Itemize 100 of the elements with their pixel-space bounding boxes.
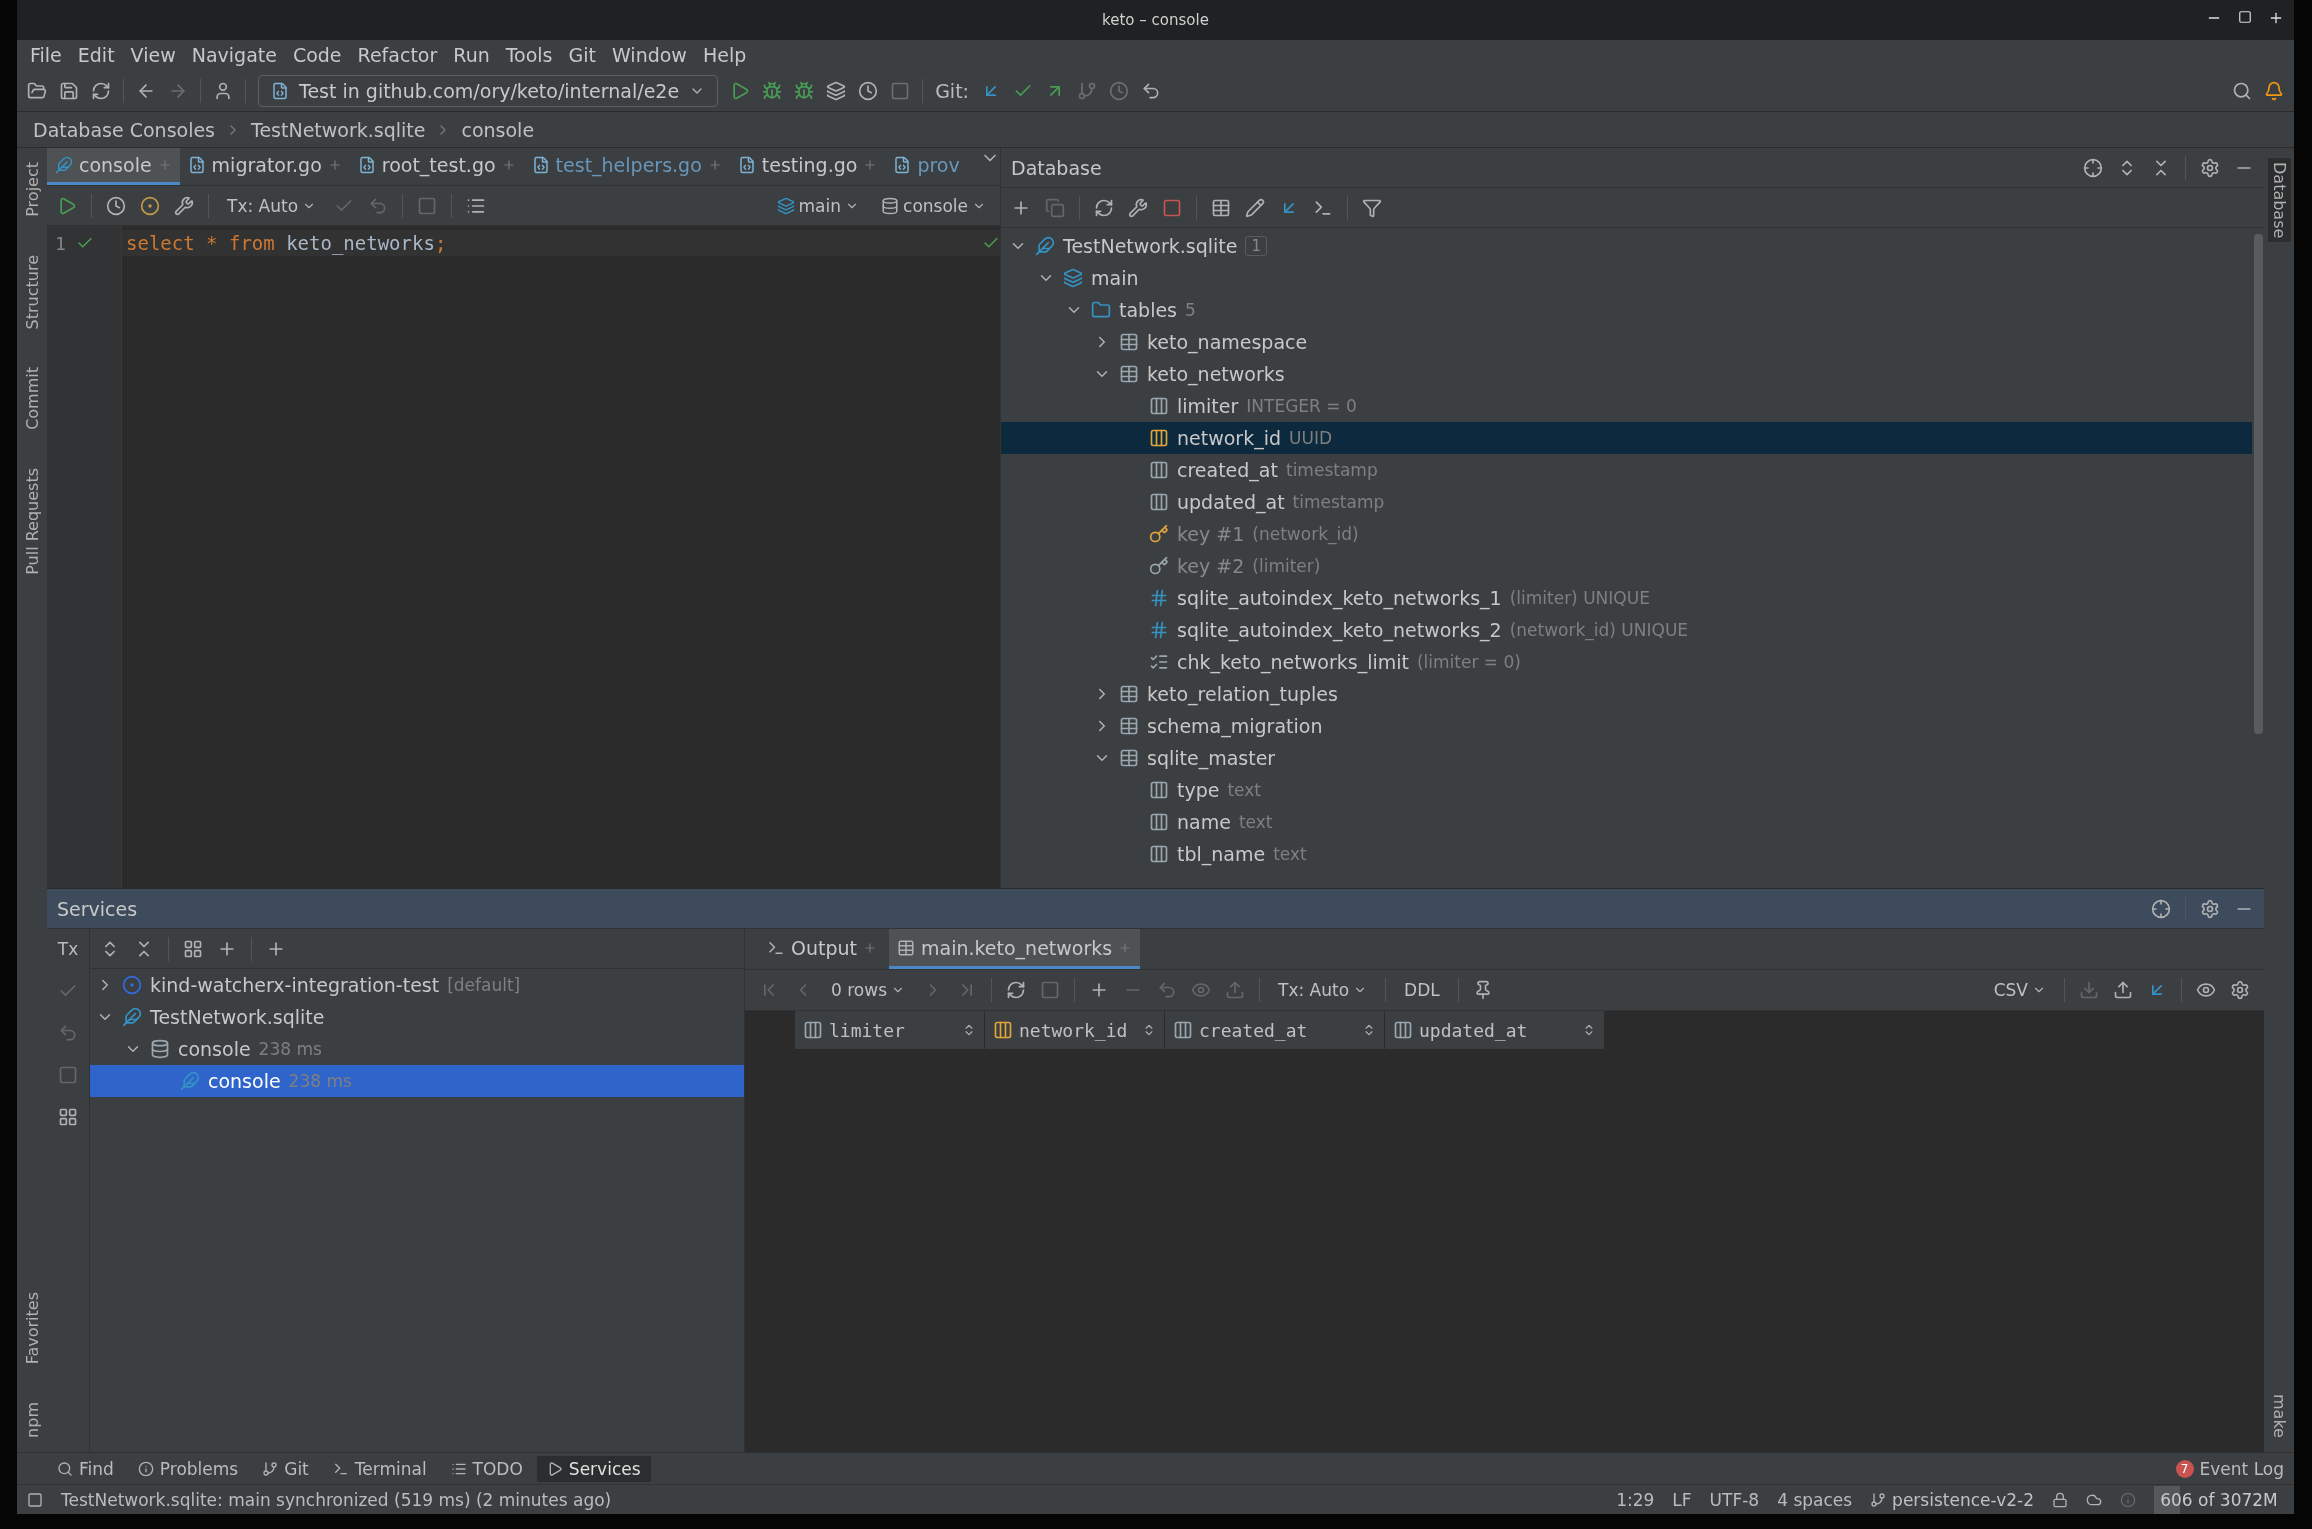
- tree-item[interactable]: tbl_name text: [1001, 838, 2252, 870]
- tree-item[interactable]: chk_keto_networks_limit (limiter = 0): [1001, 646, 2252, 678]
- tree-item[interactable]: schema_migration: [1001, 710, 2252, 742]
- menu-item[interactable]: Git: [561, 44, 603, 66]
- lock-icon[interactable]: [2052, 1491, 2068, 1508]
- upload-icon[interactable]: [2113, 980, 2133, 1000]
- open-folder-icon[interactable]: [27, 80, 47, 101]
- tree-item[interactable]: TestNetwork.sqlite 1: [1001, 230, 2252, 262]
- tx-dropdown[interactable]: Tx: Auto: [1274, 978, 1372, 1002]
- menu-item[interactable]: File: [23, 44, 69, 66]
- tool-tab[interactable]: Services: [536, 1455, 651, 1482]
- history-icon[interactable]: [106, 195, 126, 216]
- sync-icon[interactable]: [91, 80, 111, 101]
- column-header[interactable]: network_id: [985, 1011, 1165, 1049]
- settings-icon[interactable]: [2200, 898, 2220, 919]
- tree-item[interactable]: name text: [1001, 806, 2252, 838]
- search-icon[interactable]: [2232, 80, 2252, 101]
- tool-tab[interactable]: Find: [47, 1455, 124, 1482]
- run-config-dropdown[interactable]: Test in github.com/ory/keto/internal/e2e: [258, 74, 719, 107]
- filter-icon[interactable]: [1362, 197, 1382, 218]
- profile-icon[interactable]: [858, 80, 879, 101]
- wrench-icon[interactable]: [174, 195, 194, 216]
- rollback-icon[interactable]: [1141, 80, 1161, 101]
- tool-tab[interactable]: TODO: [440, 1455, 533, 1482]
- column-header[interactable]: created_at: [1165, 1011, 1385, 1049]
- menu-item[interactable]: Window: [605, 44, 694, 66]
- tree-item[interactable]: network_id UUID: [1001, 422, 2252, 454]
- menu-item[interactable]: Code: [285, 44, 349, 66]
- refresh-icon[interactable]: [1094, 197, 1114, 218]
- column-header[interactable]: updated_at: [1385, 1011, 1605, 1049]
- scrollbar[interactable]: [2253, 234, 2263, 734]
- tool-tab[interactable]: Problems: [127, 1455, 249, 1482]
- tool-window-tab[interactable]: Project: [20, 158, 44, 221]
- bug-icon[interactable]: [794, 80, 815, 101]
- tool-tab[interactable]: Terminal: [322, 1455, 437, 1482]
- tree-item[interactable]: keto_namespace: [1001, 326, 2252, 358]
- panel-icon[interactable]: [27, 1491, 43, 1508]
- maximize-icon[interactable]: [2238, 10, 2252, 24]
- tool-window-tab[interactable]: Commit: [20, 363, 44, 435]
- update-bell-icon[interactable]: [2264, 80, 2284, 101]
- tx-dropdown[interactable]: Tx: Auto: [223, 193, 321, 218]
- menu-item[interactable]: Navigate: [184, 44, 284, 66]
- menu-item[interactable]: Help: [695, 44, 754, 66]
- tree-item[interactable]: sqlite_autoindex_keto_networks_1 (limiter) UNIQUE: [1001, 582, 2252, 614]
- status-item[interactable]: 1:29: [1616, 1489, 1655, 1510]
- menu-item[interactable]: Refactor: [350, 44, 445, 66]
- menu-item[interactable]: Run: [446, 44, 497, 66]
- locate-icon[interactable]: [2083, 157, 2103, 178]
- tree-item[interactable]: tables 5: [1001, 294, 2252, 326]
- layout-icon[interactable]: [58, 1107, 78, 1127]
- tool-window-tab[interactable]: npm: [20, 1398, 44, 1442]
- rows-dropdown[interactable]: 0 rows: [827, 978, 909, 1002]
- tool-window-tab[interactable]: Pull Requests: [20, 464, 44, 579]
- tool-window-tab[interactable]: make: [2267, 1390, 2291, 1442]
- tx-label[interactable]: Tx: [57, 939, 79, 959]
- status-item[interactable]: 4 spaces: [1777, 1489, 1853, 1510]
- save-icon[interactable]: [59, 80, 79, 101]
- menu-item[interactable]: Edit: [70, 44, 122, 66]
- tree-item[interactable]: sqlite_master: [1001, 742, 2252, 774]
- table-icon[interactable]: [1211, 197, 1231, 218]
- user-icon[interactable]: [213, 80, 233, 101]
- run-icon[interactable]: [57, 195, 77, 216]
- breadcrumb[interactable]: TestNetwork.sqlite: [251, 118, 426, 141]
- event-log-tab[interactable]: 7 Event Log: [2165, 1455, 2294, 1482]
- format-dropdown[interactable]: CSV: [1989, 978, 2050, 1002]
- tree-item[interactable]: type text: [1001, 774, 2252, 806]
- branch-widget[interactable]: persistence-v2-2: [1870, 1489, 2034, 1510]
- tree-item[interactable]: kind-watcherx-integration-test [default]: [90, 969, 744, 1001]
- breadcrumb[interactable]: console: [461, 118, 535, 141]
- schema-dropdown[interactable]: main: [772, 193, 864, 218]
- session-dropdown[interactable]: console: [877, 193, 990, 218]
- branch-icon[interactable]: [1077, 80, 1097, 101]
- group-icon[interactable]: [183, 938, 203, 959]
- tree-item[interactable]: main: [1001, 262, 2252, 294]
- run-icon[interactable]: [730, 80, 751, 101]
- tree-item[interactable]: keto_networks: [1001, 358, 2252, 390]
- column-header[interactable]: limiter: [795, 1011, 985, 1049]
- settings-icon[interactable]: [2200, 157, 2220, 178]
- tree-item[interactable]: sqlite_autoindex_keto_networks_2 (network_id) UNIQUE: [1001, 614, 2252, 646]
- tool-window-tab[interactable]: Database: [2267, 158, 2291, 243]
- status-item[interactable]: LF: [1672, 1489, 1692, 1510]
- settings-icon[interactable]: [2230, 980, 2250, 1000]
- debug-icon[interactable]: [762, 80, 783, 101]
- stop-icon[interactable]: [890, 80, 911, 101]
- refresh-icon[interactable]: [1006, 980, 1026, 1000]
- tool-tab[interactable]: Git: [252, 1455, 319, 1482]
- tree-item[interactable]: updated_at timestamp: [1001, 486, 2252, 518]
- tree-item[interactable]: console 238 ms: [90, 1033, 744, 1065]
- menu-item[interactable]: Tools: [498, 44, 560, 66]
- ddl-button[interactable]: DDL: [1400, 978, 1444, 1002]
- tool-window-tab[interactable]: Structure: [20, 250, 44, 334]
- tree-item[interactable]: limiter INTEGER = 0: [1001, 390, 2252, 422]
- result-tab[interactable]: main.keto_networks: [889, 929, 1141, 969]
- menu-item[interactable]: View: [123, 44, 183, 66]
- tool-window-tab[interactable]: Favorites: [20, 1287, 44, 1369]
- view-icon[interactable]: [2196, 980, 2216, 1000]
- edit-icon[interactable]: [1245, 197, 1265, 218]
- history-icon[interactable]: [1109, 80, 1129, 101]
- stop-icon[interactable]: [1162, 197, 1182, 218]
- tree-item[interactable]: TestNetwork.sqlite: [90, 1001, 744, 1033]
